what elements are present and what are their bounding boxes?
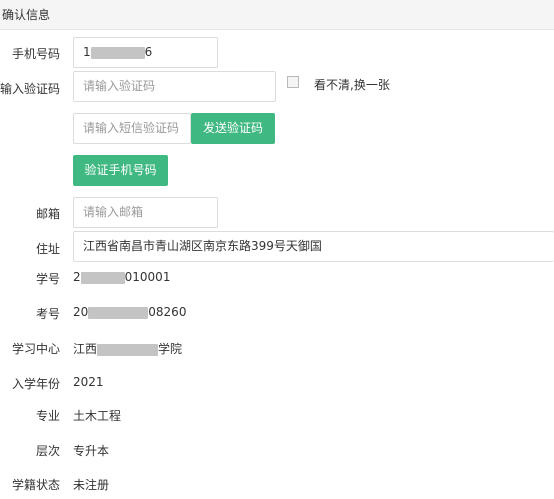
student-no-redaction — [80, 271, 125, 284]
phone-redaction — [90, 46, 145, 59]
panel-header: 确认信息 — [0, 0, 554, 30]
status-value: 未注册 — [73, 478, 110, 492]
enroll-year-label: 入学年份 — [11, 377, 60, 391]
captcha-input[interactable]: 请输入验证码 — [73, 71, 276, 102]
study-center-prefix: 江西 — [73, 342, 98, 356]
exam-no-prefix: 20 — [73, 305, 89, 319]
major-value: 土木工程 — [73, 409, 122, 423]
study-center-value: 江西 学院 — [73, 340, 182, 357]
study-center-suffix: 学院 — [158, 342, 183, 356]
exam-no-redaction — [88, 306, 149, 319]
student-no-prefix: 2 — [73, 270, 81, 284]
enroll-year-value: 2021 — [73, 375, 104, 389]
captcha-label: 请输入验证码 — [0, 82, 60, 96]
level-value: 专升本 — [73, 444, 110, 458]
verify-phone-button[interactable]: 验证手机号码 — [73, 155, 168, 186]
captcha-image[interactable] — [287, 76, 299, 88]
study-center-label: 学习中心 — [11, 342, 60, 356]
email-label: 邮箱 — [35, 207, 60, 221]
status-label: 学籍状态 — [11, 478, 60, 492]
send-code-button[interactable]: 发送验证码 — [191, 113, 275, 144]
student-no-value: 2 010001 — [73, 270, 170, 284]
address-input[interactable]: 江西省南昌市青山湖区南京东路399号天御国 — [73, 231, 554, 262]
sms-code-input[interactable]: 请输入短信验证码 — [73, 113, 191, 144]
address-label: 住址 — [35, 242, 60, 256]
exam-no-value: 20 08260 — [73, 305, 186, 319]
phone-input[interactable]: 16 — [73, 37, 218, 68]
student-no-suffix: 010001 — [124, 270, 171, 284]
phone-label: 手机号码 — [11, 47, 60, 61]
captcha-refresh-link[interactable]: 看不清,换一张 — [314, 76, 390, 93]
email-input[interactable]: 请输入邮箱 — [73, 197, 218, 228]
exam-no-label: 考号 — [35, 307, 60, 321]
major-label: 专业 — [35, 409, 60, 423]
student-no-label: 学号 — [35, 272, 60, 286]
exam-no-suffix: 08260 — [148, 305, 187, 319]
phone-value-suffix: 6 — [144, 45, 153, 59]
study-center-redaction — [97, 343, 159, 356]
phone-value-prefix: 1 — [83, 45, 91, 59]
level-label: 层次 — [35, 444, 60, 458]
panel-title: 确认信息 — [2, 8, 51, 22]
